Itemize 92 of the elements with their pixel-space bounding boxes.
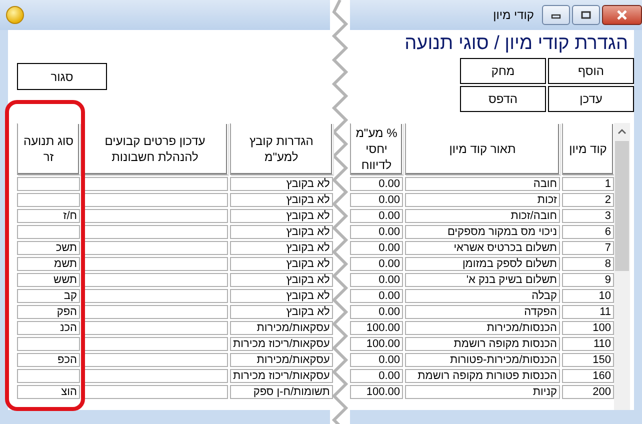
description-cell: הכנסות/מכירות (405, 321, 560, 335)
code-cell: 160 (562, 369, 614, 383)
description-cell: חובה/זכות (405, 209, 560, 223)
percent-cell: 0.00 (350, 289, 403, 303)
description-cell: חובה (405, 177, 560, 191)
toolbar-button[interactable]: הדפס (460, 86, 546, 112)
type-cell: תשמ (17, 257, 80, 271)
coin-icon (6, 6, 24, 24)
close-icon (616, 10, 628, 20)
setting-cell: לא בקובץ (230, 177, 333, 191)
description-cell: קניות (405, 385, 560, 399)
type-cell (17, 225, 80, 239)
percent-cell: 0.00 (350, 225, 403, 239)
column-header[interactable]: סוג תנועה זר (17, 123, 80, 175)
window-title: קודי מיון (493, 8, 534, 22)
setting-cell: עסקאות/ריכוז מכירות (230, 369, 333, 383)
code-cell: 150 (562, 353, 614, 367)
setting-cell: לא בקובץ (230, 273, 333, 287)
type-cell (17, 369, 80, 383)
setting-cell: עסקאות/ריכוז מכירות (230, 337, 333, 351)
code-cell: 11 (562, 305, 614, 319)
description-cell: זכות (405, 193, 560, 207)
maximize-icon (581, 11, 591, 19)
percent-cell: 0.00 (350, 241, 403, 255)
setting-cell: עסקאות/מכירות (230, 353, 333, 367)
percent-cell: 0.00 (350, 177, 403, 191)
setting-cell: עסקאות/מכירות (230, 321, 333, 335)
type-cell: הכפ (17, 353, 80, 367)
minimize-button[interactable] (542, 5, 570, 25)
percent-cell: 0.00 (350, 369, 403, 383)
code-cell: 10 (562, 289, 614, 303)
type-cell: ח/ז (17, 209, 80, 223)
percent-cell: 100.00 (350, 321, 403, 335)
code-cell: 200 (562, 385, 614, 399)
percent-cell: 100.00 (350, 385, 403, 399)
close-button[interactable] (602, 5, 642, 25)
type-cell: הוצ (17, 385, 80, 399)
scrollbar[interactable] (614, 123, 630, 410)
description-cell: תשלום בשיק בנק א' (405, 273, 560, 287)
code-cell: 7 (562, 241, 614, 255)
code-cell: 110 (562, 337, 614, 351)
percent-cell: 0.00 (350, 209, 403, 223)
code-cell: 9 (562, 273, 614, 287)
description-cell: קבלה (405, 289, 560, 303)
column-header[interactable]: תאור קוד מיון (405, 123, 560, 175)
setting-cell: לא בקובץ (230, 289, 333, 303)
close-button[interactable]: סגור (17, 63, 107, 90)
setting-cell: לא בקובץ (230, 257, 333, 271)
setting-cell: לא בקובץ (230, 193, 333, 207)
scroll-thumb[interactable] (615, 141, 629, 271)
description-cell: תשלום בכרטיס אשראי (405, 241, 560, 255)
code-cell: 8 (562, 257, 614, 271)
description-cell: הכנסות/מכירות-פטורות (405, 353, 560, 367)
percent-cell: 0.00 (350, 353, 403, 367)
type-cell: תשש (17, 273, 80, 287)
setting-cell: לא בקובץ (230, 209, 333, 223)
percent-cell: 0.00 (350, 273, 403, 287)
description-cell: הפקדה (405, 305, 560, 319)
type-cell (17, 337, 80, 351)
description-cell: הכנסות פטורות מקופה רושמת (405, 369, 560, 383)
column-header[interactable]: % מע"מ יחסי לדיווח (350, 123, 403, 175)
percent-cell: 0.00 (350, 305, 403, 319)
description-cell: הכנסות מקופה רושמת (405, 337, 560, 351)
setting-cell: לא בקובץ (230, 225, 333, 239)
setting-cell: לא בקובץ (230, 305, 333, 319)
maximize-button[interactable] (572, 5, 600, 25)
toolbar-button[interactable]: עדכן (548, 86, 634, 112)
setting-cell: תשומות/ח-ן ספק (230, 385, 333, 399)
type-cell (17, 177, 80, 191)
form-heading: הגדרת קודי מיון / סוגי תנועה (404, 32, 629, 56)
code-cell: 1 (562, 177, 614, 191)
type-cell: הכנ (17, 321, 80, 335)
description-cell: תשלום לספק במזומן (405, 257, 560, 271)
setting-cell: לא בקובץ (230, 241, 333, 255)
code-cell: 2 (562, 193, 614, 207)
description-cell: ניכוי מס במקור מספקים (405, 225, 560, 239)
code-cell: 6 (562, 225, 614, 239)
column-header[interactable]: קוד מיון (562, 123, 614, 175)
percent-cell: 100.00 (350, 337, 403, 351)
column-header[interactable]: עדכון פרטים קבועים להנהלת חשבונות (82, 123, 228, 175)
percent-cell: 0.00 (350, 193, 403, 207)
toolbar-button[interactable]: הוסף (548, 58, 634, 84)
code-cell: 100 (562, 321, 614, 335)
type-cell: הפק (17, 305, 80, 319)
column-header[interactable]: הגדרות קובץ למע"מ (230, 123, 333, 175)
type-cell: תשכ (17, 241, 80, 255)
type-cell (17, 193, 80, 207)
toolbar-button[interactable]: מחק (460, 58, 546, 84)
code-cell: 3 (562, 209, 614, 223)
scroll-up-icon[interactable] (618, 129, 626, 134)
percent-cell: 0.00 (350, 257, 403, 271)
type-cell: קב (17, 289, 80, 303)
